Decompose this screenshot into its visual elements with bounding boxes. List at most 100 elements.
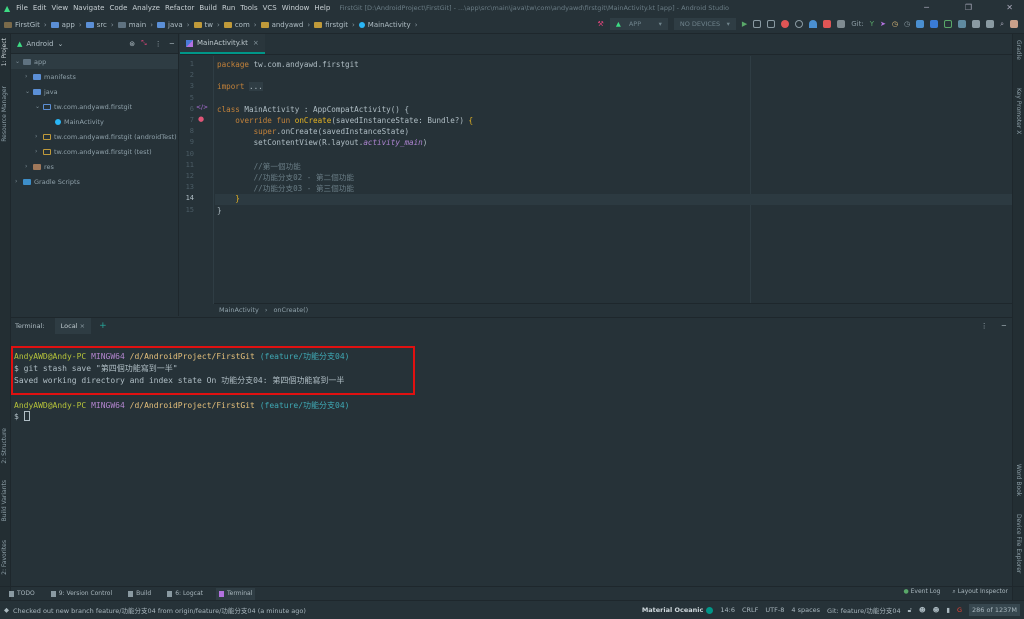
terminal-icon[interactable] [944,20,953,28]
chevron-right-icon[interactable]: › [15,178,23,185]
menu-help[interactable]: Help [314,4,330,12]
debug-icon[interactable] [781,20,790,28]
options-icon[interactable]: ⋮ [981,322,988,330]
git-update-icon[interactable]: Y [870,20,874,28]
chevron-right-icon[interactable]: › [35,148,43,155]
breadcrumb-item[interactable]: MainActivity › [358,21,418,29]
translate-icon[interactable] [930,20,939,28]
menu-file[interactable]: File [16,4,28,12]
build-variants-tool-button[interactable]: Build Variants [1,480,8,521]
layout-inspector-button[interactable]: ⌕ Layout Inspector [952,588,1008,596]
sync-gradle-icon[interactable] [958,20,967,28]
project-view-select[interactable]: Android [26,40,53,48]
menu-refactor[interactable]: Refactor [165,4,194,12]
code-line[interactable]: } [217,194,240,203]
tree-item[interactable]: ⌄ tw.com.andyawd.firstgit [11,99,178,114]
code-line[interactable]: class MainActivity : AppCompatActivity()… [217,105,409,114]
line-separator[interactable]: CRLF [742,606,758,614]
menu-build[interactable]: Build [199,4,217,12]
tool-button-logcat[interactable]: 6: Logcat [164,588,206,600]
apply-changes-icon[interactable] [753,20,762,28]
breadcrumb-item[interactable]: FirstGit › [4,21,47,29]
build-hammer-icon[interactable]: ⚒ [598,20,604,28]
run-icon[interactable]: ▶ [742,20,747,28]
breadcrumb-item[interactable]: tw › [193,21,220,29]
chevron-down-icon[interactable]: ⌄ [15,58,23,65]
avd-manager-icon[interactable] [972,20,981,28]
collapse-all-icon[interactable]: ⤡ [141,39,147,48]
tool-button-versioncontrol[interactable]: 9: Version Control [48,588,115,600]
terminal-tab-local[interactable]: Local × [54,318,92,334]
project-structure-icon[interactable] [916,20,925,28]
crumb-class[interactable]: MainActivity [219,306,259,314]
code-line[interactable]: //功能分支02 - 第二個功能 [217,172,354,183]
delete-icon[interactable]: ▮ [946,606,950,614]
chevron-down-icon[interactable]: ⌄ [57,40,63,48]
breadcrumb-item[interactable]: java › [157,21,190,29]
notifications-icon[interactable]: ☻ [933,606,940,614]
menu-code[interactable]: Code [109,4,127,12]
terminal-output[interactable]: AndyAWD@Andy-PC MINGW64 /d/AndroidProjec… [11,334,1012,586]
coverage-icon[interactable] [795,20,804,28]
run-config-select[interactable]: ▲ APP ▾ [609,18,668,30]
code-icon[interactable]: </> [196,104,208,111]
resource-manager-tool-button[interactable]: Resource Manager [1,86,8,142]
code-line[interactable]: } [217,206,222,215]
project-tool-button[interactable]: 1: Project [1,38,8,66]
menu-window[interactable]: Window [282,4,310,12]
chevron-right-icon[interactable]: › [35,133,43,140]
apply-code-changes-icon[interactable] [767,20,776,28]
minimize-button[interactable]: ─ [924,3,929,12]
tree-item[interactable]: › manifests [11,69,178,84]
tree-item[interactable]: › res [11,159,178,174]
tool-button-terminal[interactable]: Terminal [216,587,256,600]
tree-item[interactable]: › Gradle Scripts [11,174,178,189]
tree-item[interactable]: › tw.com.andyawd.firstgit (test) [11,144,178,159]
crumb-method[interactable]: onCreate() [273,306,308,314]
attach-debugger-icon[interactable] [823,20,832,28]
code-line[interactable]: import ... [217,82,263,92]
code-line[interactable]: super.onCreate(savedInstanceState) [217,127,409,136]
tree-item[interactable]: MainActivity [11,114,178,129]
search-icon[interactable]: ⌕ [1000,20,1004,29]
tree-item[interactable]: › tw.com.andyawd.firstgit (androidTest) [11,129,178,144]
caret-position[interactable]: 14:6 [720,606,735,614]
close-tab-icon[interactable]: × [80,322,85,330]
chevron-down-icon[interactable]: ⌄ [35,103,43,110]
tree-item[interactable]: ⌄ app [11,54,178,69]
menu-edit[interactable]: Edit [33,4,47,12]
menu-view[interactable]: View [51,4,68,12]
override-marker-icon[interactable]: ● [198,115,204,123]
code-line[interactable]: package tw.com.andyawd.firstgit [217,60,359,69]
locate-icon[interactable]: ⊛ [129,40,135,48]
tool-button-build[interactable]: Build [125,588,154,600]
breadcrumb-item[interactable]: andyawd › [260,21,310,29]
stop-icon[interactable] [837,20,846,28]
close-window-button[interactable]: ✕ [1006,3,1013,12]
status-message[interactable]: Checked out new branch feature/功能分支04 fr… [13,605,306,615]
close-tab-icon[interactable]: × [253,39,259,47]
theme-label[interactable]: Material Oceanic [642,606,704,614]
terminal-input-line[interactable]: $ [14,411,30,421]
structure-tool-button[interactable]: 2: Structure [1,428,8,464]
menu-run[interactable]: Run [222,4,235,12]
maximize-button[interactable]: ❐ [965,3,972,12]
chevron-right-icon[interactable]: › [25,163,33,170]
code-line[interactable]: override fun onCreate(savedInstanceState… [217,116,473,125]
chevron-down-icon[interactable]: ⌄ [25,88,33,95]
options-icon[interactable]: ⋮ [155,40,162,48]
favorites-tool-button[interactable]: 2: Favorites [1,540,8,575]
menu-tools[interactable]: Tools [240,4,257,12]
tree-item[interactable]: ⌄ java [11,84,178,99]
file-encoding[interactable]: UTF-8 [765,606,784,614]
profile-icon[interactable] [809,20,818,28]
word-book-tool-button[interactable]: Word Book [1015,464,1022,496]
tool-button-todo[interactable]: TODO [6,588,38,600]
gradle-tool-button[interactable]: Gradle [1015,40,1022,60]
lock-icon[interactable]: 🔓︎ [908,606,912,615]
google-icon[interactable]: G [957,606,962,614]
hide-panel-icon[interactable]: ─ [1002,322,1006,330]
breadcrumb-item[interactable]: src › [85,21,114,29]
git-rollback-icon[interactable]: ◷ [904,20,910,28]
hide-panel-icon[interactable]: ─ [170,40,174,48]
